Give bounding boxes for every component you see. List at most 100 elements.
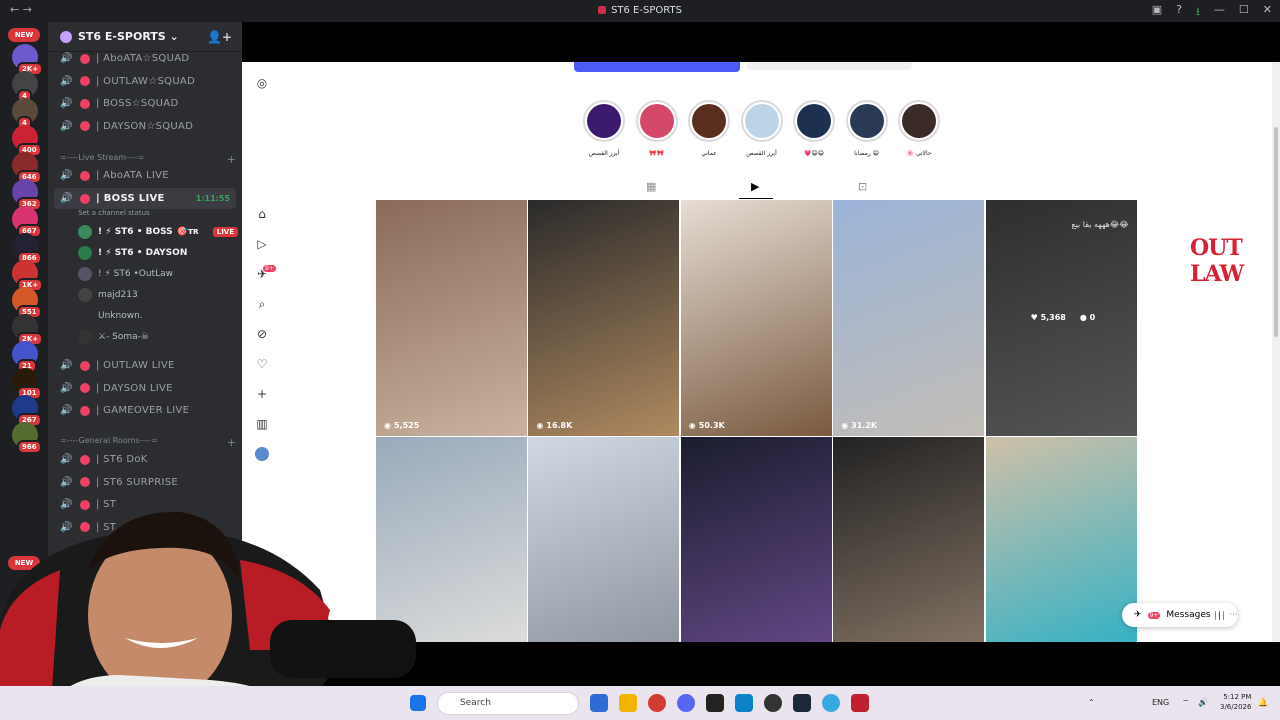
user-name: ⚔- Soma-☠ [98, 331, 149, 342]
story-highlight[interactable]: 💗😄😄 [793, 100, 835, 157]
create-icon[interactable]: + [255, 387, 269, 401]
voice-channel[interactable]: 🔊 | BOSS☆SQUAD [54, 93, 236, 114]
voice-channel[interactable]: 🔊 | BOSS LIVE 1:11:55 [54, 188, 236, 209]
scrollbar-thumb[interactable] [1274, 127, 1278, 337]
explore-icon[interactable]: ⊘ [255, 327, 269, 341]
channel-dot-icon [80, 121, 90, 132]
reel-tile[interactable] [680, 437, 832, 673]
screen-share-icon[interactable]: ▣ [1152, 3, 1162, 22]
wifi-icon[interactable]: ⌔ [1182, 698, 1190, 708]
voice-user[interactable]: ! ⚡ ST6 •OutLaw [78, 264, 238, 283]
profile-avatar[interactable] [255, 447, 269, 461]
voice-channel[interactable]: 🔊 | DAYSON LIVE [54, 378, 236, 399]
browser-icon[interactable] [822, 694, 840, 712]
reel-tile[interactable]: هههه يقا بيع😂😂 ♥ 5,368 ● 0 [985, 200, 1137, 436]
voice-channel[interactable]: 🔊 | AboATA☆SQUAD [54, 48, 236, 69]
message-button[interactable] [747, 62, 912, 70]
story-highlight[interactable]: رمضانا 😄 [845, 100, 888, 157]
close-button[interactable]: ✕ [1263, 3, 1272, 22]
channel-status[interactable]: Set a channel status [78, 209, 150, 217]
reels-icon[interactable]: ▷ [255, 237, 269, 251]
reels-tab-icon[interactable]: ▶ [751, 180, 759, 193]
game-icon[interactable] [851, 694, 869, 712]
notification-icon[interactable]: 🔔 [1258, 698, 1268, 707]
posts-tab-icon[interactable]: ▦ [646, 180, 656, 193]
add-channel-icon[interactable]: + [227, 436, 236, 449]
play-icon: ◉ [841, 421, 849, 430]
heart-icon[interactable]: ♡ [255, 357, 269, 371]
messages-bubble[interactable]: ✈ 9+ Messages ··· [1122, 603, 1238, 627]
app-icon-2[interactable] [735, 694, 753, 712]
terminal-icon[interactable] [706, 694, 724, 712]
outlaw-logo-text: OUT LAW [1190, 235, 1244, 287]
avatar [78, 308, 92, 323]
voice-channel[interactable]: 🔊 | OUTLAW LIVE [54, 355, 236, 376]
story-highlight[interactable]: أبرز القصص [583, 100, 625, 157]
reel-tile[interactable]: ◉ 16.8K [528, 200, 680, 436]
voice-user[interactable]: majd213 [78, 285, 238, 304]
story-highlight[interactable]: عماني [688, 100, 730, 157]
home-icon[interactable]: ⌂ [255, 207, 269, 221]
volume-icon[interactable]: 🔊 [1198, 698, 1208, 707]
guild-name: ST6 E-SPORTS ⌄ [78, 30, 179, 43]
reel-tile[interactable] [528, 437, 680, 673]
taskbar: Search ⌃ ENG ⌔ 🔊 5:12 PM 3/6/2026 🔔 [0, 686, 1280, 720]
avatar [78, 266, 92, 281]
heart-icon: ♥ [1030, 313, 1041, 322]
story-highlight[interactable]: 🌸 حالاتي [898, 100, 940, 157]
chrome-icon[interactable] [648, 694, 666, 712]
instagram-icon[interactable]: ◎ [255, 76, 269, 90]
clock[interactable]: 5:12 PM 3/6/2026 [1220, 692, 1251, 712]
download-icon[interactable]: ⭳ [1196, 3, 1200, 22]
live-badge: LIVE [212, 226, 238, 237]
voice-user[interactable]: ! ⚡ ST6 • BOSS 🎯ᴛʀ LIVE [78, 222, 238, 241]
app-icon[interactable] [590, 694, 608, 712]
language-indicator[interactable]: ENG [1152, 698, 1169, 707]
play-icon: ◉ [384, 421, 391, 430]
reel-tile[interactable] [985, 437, 1137, 673]
channel-dot-icon [80, 53, 90, 64]
tray-chevron-icon[interactable]: ⌃ [1088, 698, 1095, 707]
voice-channel[interactable]: 🔊 | ST6 DoK [54, 449, 236, 470]
channel-name: | AboATA LIVE [96, 170, 169, 181]
help-icon[interactable]: ? [1176, 3, 1182, 22]
story-highlight[interactable]: أبرز القصص [740, 100, 783, 157]
category-header[interactable]: =----General Rooms----= + [60, 436, 236, 449]
more-icon[interactable]: ··· [1229, 610, 1238, 620]
search-icon[interactable]: ⌕ [255, 297, 269, 311]
taskbar-search[interactable]: Search [437, 692, 579, 715]
voice-channel[interactable]: 🔊 | DAYSON☆SQUAD [54, 116, 236, 137]
start-icon[interactable] [410, 695, 426, 711]
dashboard-icon[interactable]: ▥ [255, 417, 269, 431]
channel-dot-icon [80, 477, 90, 488]
user-name: Unknown. [98, 310, 143, 321]
reel-tile[interactable] [833, 437, 985, 673]
voice-channel[interactable]: 🔊 | GAMEOVER LIVE [54, 400, 236, 421]
story-image [639, 104, 674, 138]
hover-stats: ♥ 5,368 ● 0 [1031, 313, 1096, 322]
add-user-icon[interactable]: 👤+ [207, 30, 232, 44]
follow-button[interactable] [574, 62, 740, 72]
voice-user[interactable]: Unknown. [78, 306, 238, 325]
story-ring [635, 100, 678, 142]
voice-user[interactable]: ⚔- Soma-☠ [78, 327, 238, 346]
reel-tile[interactable]: ◉ 50.3K [680, 200, 832, 436]
reel-tile[interactable]: ◉ 5,525 [376, 200, 527, 436]
likes-count: 5,368 [1040, 313, 1066, 322]
obs-icon[interactable] [764, 694, 782, 712]
comments-count: 0 [1089, 313, 1096, 322]
steam-icon[interactable] [793, 694, 811, 712]
voice-user[interactable]: ! ⚡ ST6 • DAYSON [78, 243, 238, 262]
discord-icon[interactable] [677, 694, 695, 712]
tagged-tab-icon[interactable]: ⊡ [858, 180, 867, 193]
maximize-button[interactable]: ☐ [1239, 3, 1249, 22]
voice-channel[interactable]: 🔊 | AboATA LIVE [54, 165, 236, 186]
channel-dot-icon [80, 383, 90, 394]
voice-channel[interactable]: 🔊 | OUTLAW☆SQUAD [54, 71, 236, 92]
reel-tile[interactable]: ◉ 31.2K [833, 200, 985, 436]
voice-channel[interactable]: 🔊 | ST6 SURPRISE [54, 472, 236, 493]
minimize-button[interactable]: — [1214, 3, 1225, 22]
file-explorer-icon[interactable] [619, 694, 637, 712]
scrollbar[interactable] [1272, 62, 1280, 642]
story-highlight[interactable]: 🎀🎀 [635, 100, 678, 157]
